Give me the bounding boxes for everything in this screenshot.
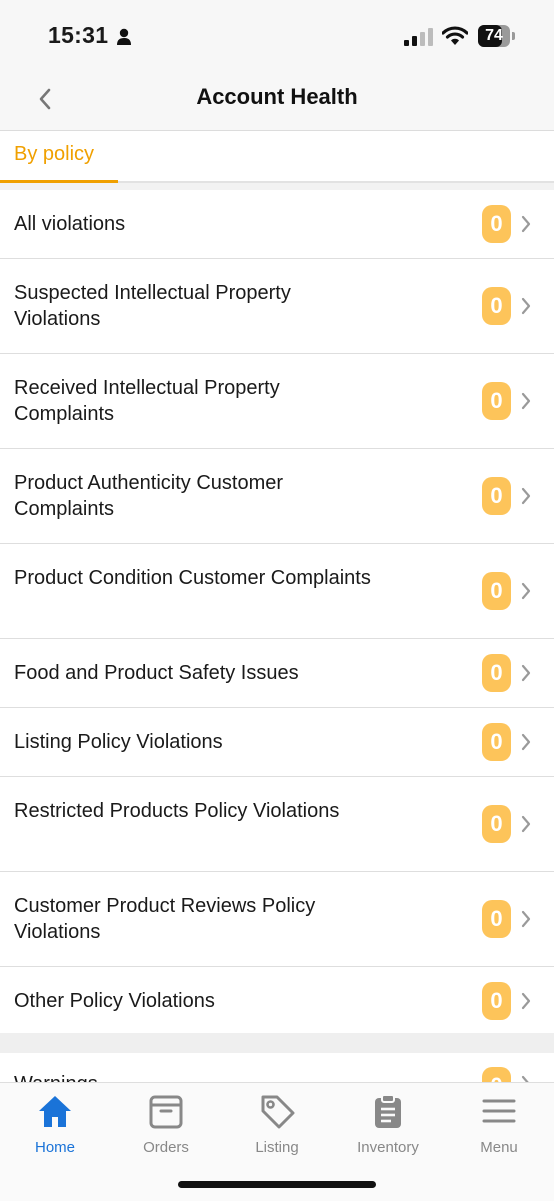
status-bar: 15:31 74 — [0, 0, 554, 70]
policy-row-label: All violations — [14, 213, 126, 235]
chevron-right-icon — [521, 487, 531, 505]
chevron-right-icon — [521, 815, 531, 833]
tab-orders-label: Orders — [143, 1139, 189, 1156]
home-icon — [39, 1096, 71, 1127]
policy-list: All violations 0 Suspected Intellectual … — [0, 190, 554, 1036]
policy-row-label: Received Intellectual Property Complaint… — [14, 377, 280, 425]
count-badge: 0 — [482, 982, 511, 1020]
policy-row-product-condition[interactable]: Product Condition Customer Complaints 0 — [0, 544, 554, 639]
policy-row-label: Product Condition Customer Complaints — [14, 567, 371, 589]
count-badge: 0 — [482, 654, 511, 692]
policy-row-listing-policy[interactable]: Listing Policy Violations 0 — [0, 708, 554, 777]
chevron-right-icon — [521, 664, 531, 682]
status-time: 15:31 — [48, 22, 109, 48]
policy-row-all-violations[interactable]: All violations 0 — [0, 190, 554, 259]
tab-by-policy[interactable]: By policy — [0, 131, 118, 183]
policy-row-label: Customer Product Reviews Policy Violatio… — [14, 895, 316, 943]
count-badge: 0 — [482, 382, 511, 420]
home-indicator — [178, 1181, 376, 1188]
count-badge: 0 — [482, 287, 511, 325]
count-badge: 0 — [482, 477, 511, 515]
box-icon — [149, 1095, 183, 1129]
policy-row-other-policy[interactable]: Other Policy Violations 0 — [0, 967, 554, 1036]
tab-menu-label: Menu — [480, 1139, 518, 1156]
tab-listing[interactable]: Listing — [222, 1089, 332, 1159]
tab-listing-label: Listing — [255, 1139, 299, 1156]
wifi-icon — [442, 26, 468, 45]
policy-row-received-ip-complaints[interactable]: Received Intellectual Property Complaint… — [0, 354, 554, 449]
battery-icon: 74 — [478, 25, 518, 49]
policy-row-food-product-safety[interactable]: Food and Product Safety Issues 0 — [0, 639, 554, 708]
policy-row-label: Listing Policy Violations — [14, 731, 223, 753]
chevron-right-icon — [521, 992, 531, 1010]
tab-active-indicator — [0, 180, 118, 183]
tab-home-label: Home — [34, 1139, 75, 1156]
count-badge: 0 — [482, 805, 511, 843]
policy-row-product-authenticity[interactable]: Product Authenticity Customer Complaints… — [0, 449, 554, 544]
tag-icon — [261, 1095, 295, 1129]
chevron-right-icon — [521, 910, 531, 928]
count-badge: 0 — [482, 205, 511, 243]
policy-row-suspected-ip-violations[interactable]: Suspected Intellectual Property Violatio… — [0, 259, 554, 354]
policy-row-label: Suspected Intellectual Property Violatio… — [14, 282, 291, 330]
signal-icon — [404, 28, 433, 46]
clipboard-icon — [375, 1094, 401, 1128]
policy-tab-strip: By policy — [0, 131, 554, 183]
chevron-right-icon — [521, 582, 531, 600]
chevron-right-icon — [521, 392, 531, 410]
policy-row-label: Other Policy Violations — [14, 990, 215, 1012]
policy-row-label: Restricted Products Policy Violations — [14, 800, 340, 822]
chevron-right-icon — [521, 733, 531, 751]
policy-row-label: Food and Product Safety Issues — [14, 662, 299, 684]
navigation-bar: Account Health — [0, 70, 554, 131]
page-title: Account Health — [196, 84, 358, 109]
policy-row-restricted-products[interactable]: Restricted Products Policy Violations 0 — [0, 777, 554, 872]
battery-level-text: 74 — [485, 27, 503, 44]
section-divider — [0, 1033, 554, 1053]
person-icon — [117, 28, 131, 45]
tab-orders[interactable]: Orders — [111, 1089, 221, 1159]
policy-row-label: Product Authenticity Customer Complaints — [14, 472, 284, 520]
tab-inventory-label: Inventory — [357, 1139, 419, 1156]
tab-menu[interactable]: Menu — [444, 1089, 554, 1159]
policy-row-customer-reviews[interactable]: Customer Product Reviews Policy Violatio… — [0, 872, 554, 967]
count-badge: 0 — [482, 900, 511, 938]
hamburger-icon — [482, 1099, 516, 1123]
count-badge: 0 — [482, 723, 511, 761]
tab-home[interactable]: Home — [0, 1089, 110, 1159]
count-badge: 0 — [482, 572, 511, 610]
chevron-right-icon — [521, 215, 531, 233]
tab-by-policy-label: By policy — [14, 143, 95, 165]
tab-inventory[interactable]: Inventory — [333, 1089, 443, 1159]
chevron-right-icon — [521, 297, 531, 315]
